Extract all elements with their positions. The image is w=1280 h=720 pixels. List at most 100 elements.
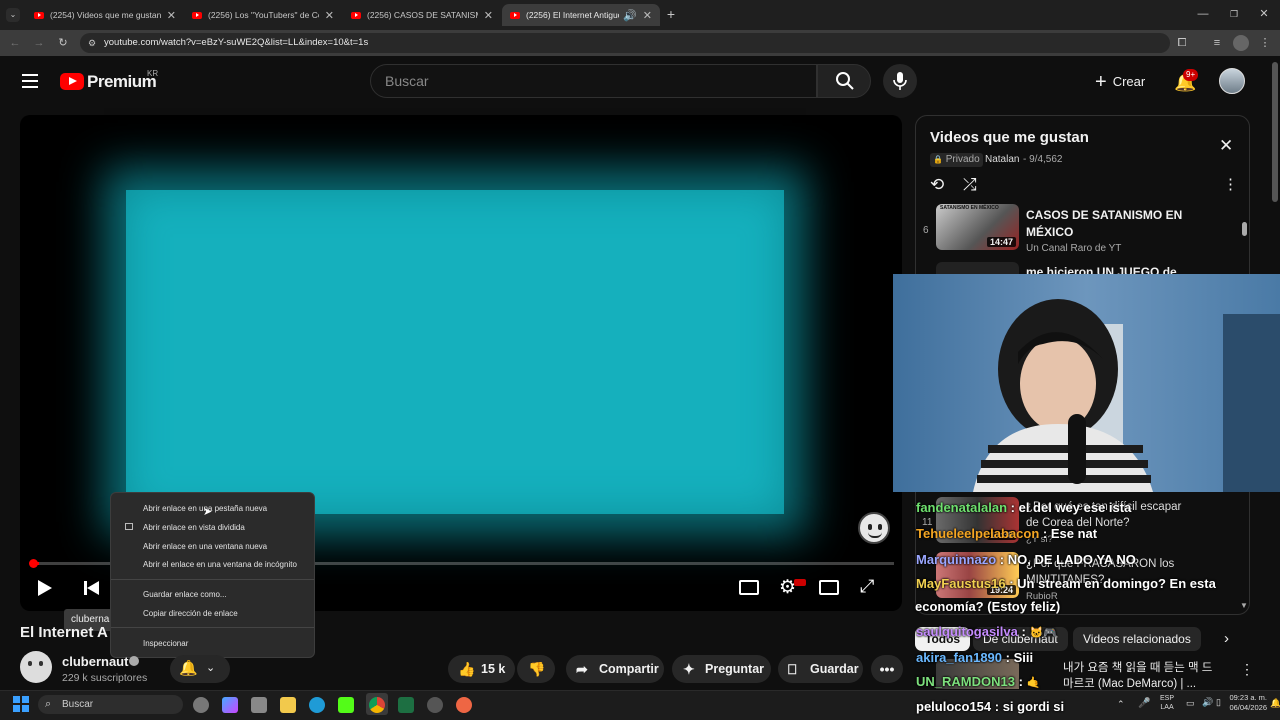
kick-app-icon[interactable]: [338, 697, 354, 713]
extensions-icon[interactable]: ⧠: [1175, 36, 1189, 50]
playlist-menu-icon[interactable]: ⋮: [1223, 175, 1238, 193]
copilot-icon[interactable]: [193, 697, 209, 713]
browser-tab-strip: ⌄ (2254) Videos que me gustan - ✕ (2256) …: [0, 0, 1280, 30]
widgets-icon[interactable]: [222, 697, 238, 713]
tray-mic-icon[interactable]: 🎤: [1138, 698, 1150, 709]
restore-icon[interactable]: ❐: [1227, 7, 1241, 21]
chat-message: akira_fan1890 : Siii: [916, 650, 1034, 665]
chevron-right-icon[interactable]: ›: [1224, 630, 1229, 647]
profile-avatar-icon[interactable]: [1233, 35, 1249, 51]
more-actions-button[interactable]: •••: [871, 655, 903, 683]
close-tab-icon[interactable]: ✕: [643, 9, 652, 22]
edge-browser-icon[interactable]: [309, 697, 325, 713]
menu-copy-link-address[interactable]: Copiar dirección de enlace: [143, 609, 238, 618]
account-avatar[interactable]: [1219, 68, 1245, 94]
site-info-icon[interactable]: ⚙: [86, 36, 98, 50]
theater-mode-icon[interactable]: [819, 580, 839, 595]
related-video-menu-icon[interactable]: ⋮: [1240, 661, 1254, 678]
loop-icon[interactable]: ⟲: [930, 175, 944, 195]
create-button[interactable]: + Crear: [1095, 71, 1165, 93]
menu-open-split-view[interactable]: Abrir enlace en vista dividida: [143, 523, 245, 532]
voice-search-button[interactable]: [883, 64, 917, 98]
new-tab-icon[interactable]: +: [664, 7, 678, 21]
save-button[interactable]: ⎕ Guardar: [778, 655, 863, 683]
reload-icon[interactable]: ↻: [56, 36, 70, 50]
close-tab-icon[interactable]: ✕: [484, 9, 493, 22]
store-icon[interactable]: [251, 697, 267, 713]
thumbnail-text: SATANISMO EN MÉXICO: [940, 205, 999, 211]
close-playlist-icon[interactable]: ✕: [1219, 136, 1233, 156]
tab-search-icon[interactable]: ⌄: [6, 8, 20, 22]
playlist-item-thumbnail[interactable]: SATANISMO EN MÉXICO 14:47: [936, 204, 1019, 250]
previous-button[interactable]: [84, 580, 102, 596]
browser-tab-1[interactable]: (2254) Videos que me gustan - ✕: [26, 4, 184, 26]
thumbs-down-icon: 👎: [528, 661, 546, 677]
app-icon[interactable]: [456, 697, 472, 713]
file-explorer-icon[interactable]: [280, 697, 296, 713]
language-indicator[interactable]: ESP LAA: [1160, 694, 1174, 712]
ask-button[interactable]: ✦ Preguntar: [672, 655, 771, 683]
playlist-title[interactable]: Videos que me gustan: [930, 129, 1089, 146]
volume-icon[interactable]: 🔊: [1202, 697, 1213, 708]
like-button[interactable]: 👍 15 k: [448, 655, 515, 683]
scroll-down-arrow-icon[interactable]: ▼: [1240, 601, 1248, 610]
shuffle-icon[interactable]: ⤮: [963, 175, 977, 195]
menu-open-new-window[interactable]: Abrir enlace en una ventana nueva: [143, 542, 267, 551]
share-button[interactable]: ➦ Compartir: [566, 655, 664, 683]
network-icon[interactable]: ▭: [1186, 698, 1195, 709]
menu-inspect[interactable]: Inspeccionar: [143, 639, 188, 648]
browser-tab-2[interactable]: (2256) Los "YouTubers" de Core ✕: [184, 4, 342, 26]
clock-time: 09:23 a. m.: [1229, 693, 1267, 702]
browser-tab-3[interactable]: (2256) CASOS DE SATANISMO E ✕: [343, 4, 501, 26]
page-scrollbar[interactable]: [1272, 62, 1278, 202]
minimize-icon[interactable]: —: [1196, 7, 1210, 21]
channel-avatar[interactable]: [20, 651, 52, 683]
speaker-icon[interactable]: 🔊: [623, 9, 637, 22]
back-icon[interactable]: ←: [8, 36, 22, 50]
create-label: Crear: [1112, 74, 1146, 89]
url-bar[interactable]: ⚙ youtube.com/watch?v=eBzY-suWE2Q&list=L…: [80, 33, 1170, 53]
menu-divider: [111, 579, 314, 580]
windows-start-icon[interactable]: [13, 696, 29, 712]
battery-icon[interactable]: ▯: [1216, 697, 1221, 708]
reading-list-icon[interactable]: ≡: [1210, 36, 1224, 50]
browser-menu-icon[interactable]: ⋮: [1258, 36, 1272, 50]
subtitles-icon[interactable]: [739, 580, 759, 595]
clock[interactable]: 09:23 a. m. 06/04/2026: [1227, 693, 1267, 713]
obs-icon[interactable]: [427, 697, 443, 713]
fullscreen-icon[interactable]: ⤢: [860, 576, 874, 597]
chip-related[interactable]: Videos relacionados: [1073, 627, 1201, 651]
playlist-item-thumbnail[interactable]: [936, 262, 1019, 274]
related-video-title[interactable]: 내가 요즘 책 읽을 때 듣는 맥 드 마르코 (Mac DeMarco) | .…: [1063, 660, 1212, 692]
play-button[interactable]: [38, 578, 56, 598]
playlist-scrollbar[interactable]: [1242, 222, 1247, 236]
dislike-button[interactable]: 👎: [517, 655, 555, 683]
taskbar-search[interactable]: ⌕ Buscar: [38, 695, 183, 714]
tray-chevron-icon[interactable]: ⌃: [1117, 699, 1125, 710]
ask-label: Preguntar: [705, 662, 765, 676]
forward-icon[interactable]: →: [32, 36, 46, 50]
chrome-icon[interactable]: [369, 697, 385, 713]
scrubber-handle[interactable]: [29, 559, 38, 568]
browser-tab-4-active[interactable]: (2256) El Internet Antiguo d 🔊 ✕: [502, 4, 660, 26]
youtube-logo-icon[interactable]: [60, 73, 84, 90]
playlist-owner[interactable]: Natalan: [985, 154, 1019, 165]
channel-name[interactable]: clubernaut: [62, 654, 128, 669]
playlist-item-title[interactable]: CASOS DE SATANISMO EN MÉXICO: [1026, 207, 1182, 241]
hamburger-menu-icon[interactable]: [22, 74, 38, 88]
window-close-icon[interactable]: ✕: [1257, 7, 1271, 21]
thumbs-up-icon: 👍: [458, 661, 476, 677]
menu-save-link-as[interactable]: Guardar enlace como...: [143, 590, 227, 599]
premium-logo-text[interactable]: Premium: [87, 72, 157, 92]
search-input[interactable]: Buscar: [370, 64, 817, 98]
subscribed-bell-button[interactable]: 🔔 ⌄: [170, 655, 230, 683]
close-tab-icon[interactable]: ✕: [325, 9, 334, 22]
menu-open-incognito[interactable]: Abrir el enlace en una ventana de incógn…: [143, 560, 297, 569]
playlist-item-title[interactable]: me hicieron UN JUEGO de: [1026, 265, 1177, 274]
notifications-icon[interactable]: 🔔: [1270, 698, 1280, 709]
search-button[interactable]: [817, 64, 871, 98]
excel-icon[interactable]: [398, 697, 414, 713]
close-tab-icon[interactable]: ✕: [167, 9, 176, 22]
chat-text: el del wey ese ista: [1018, 500, 1132, 515]
split-view-icon: [125, 523, 133, 530]
